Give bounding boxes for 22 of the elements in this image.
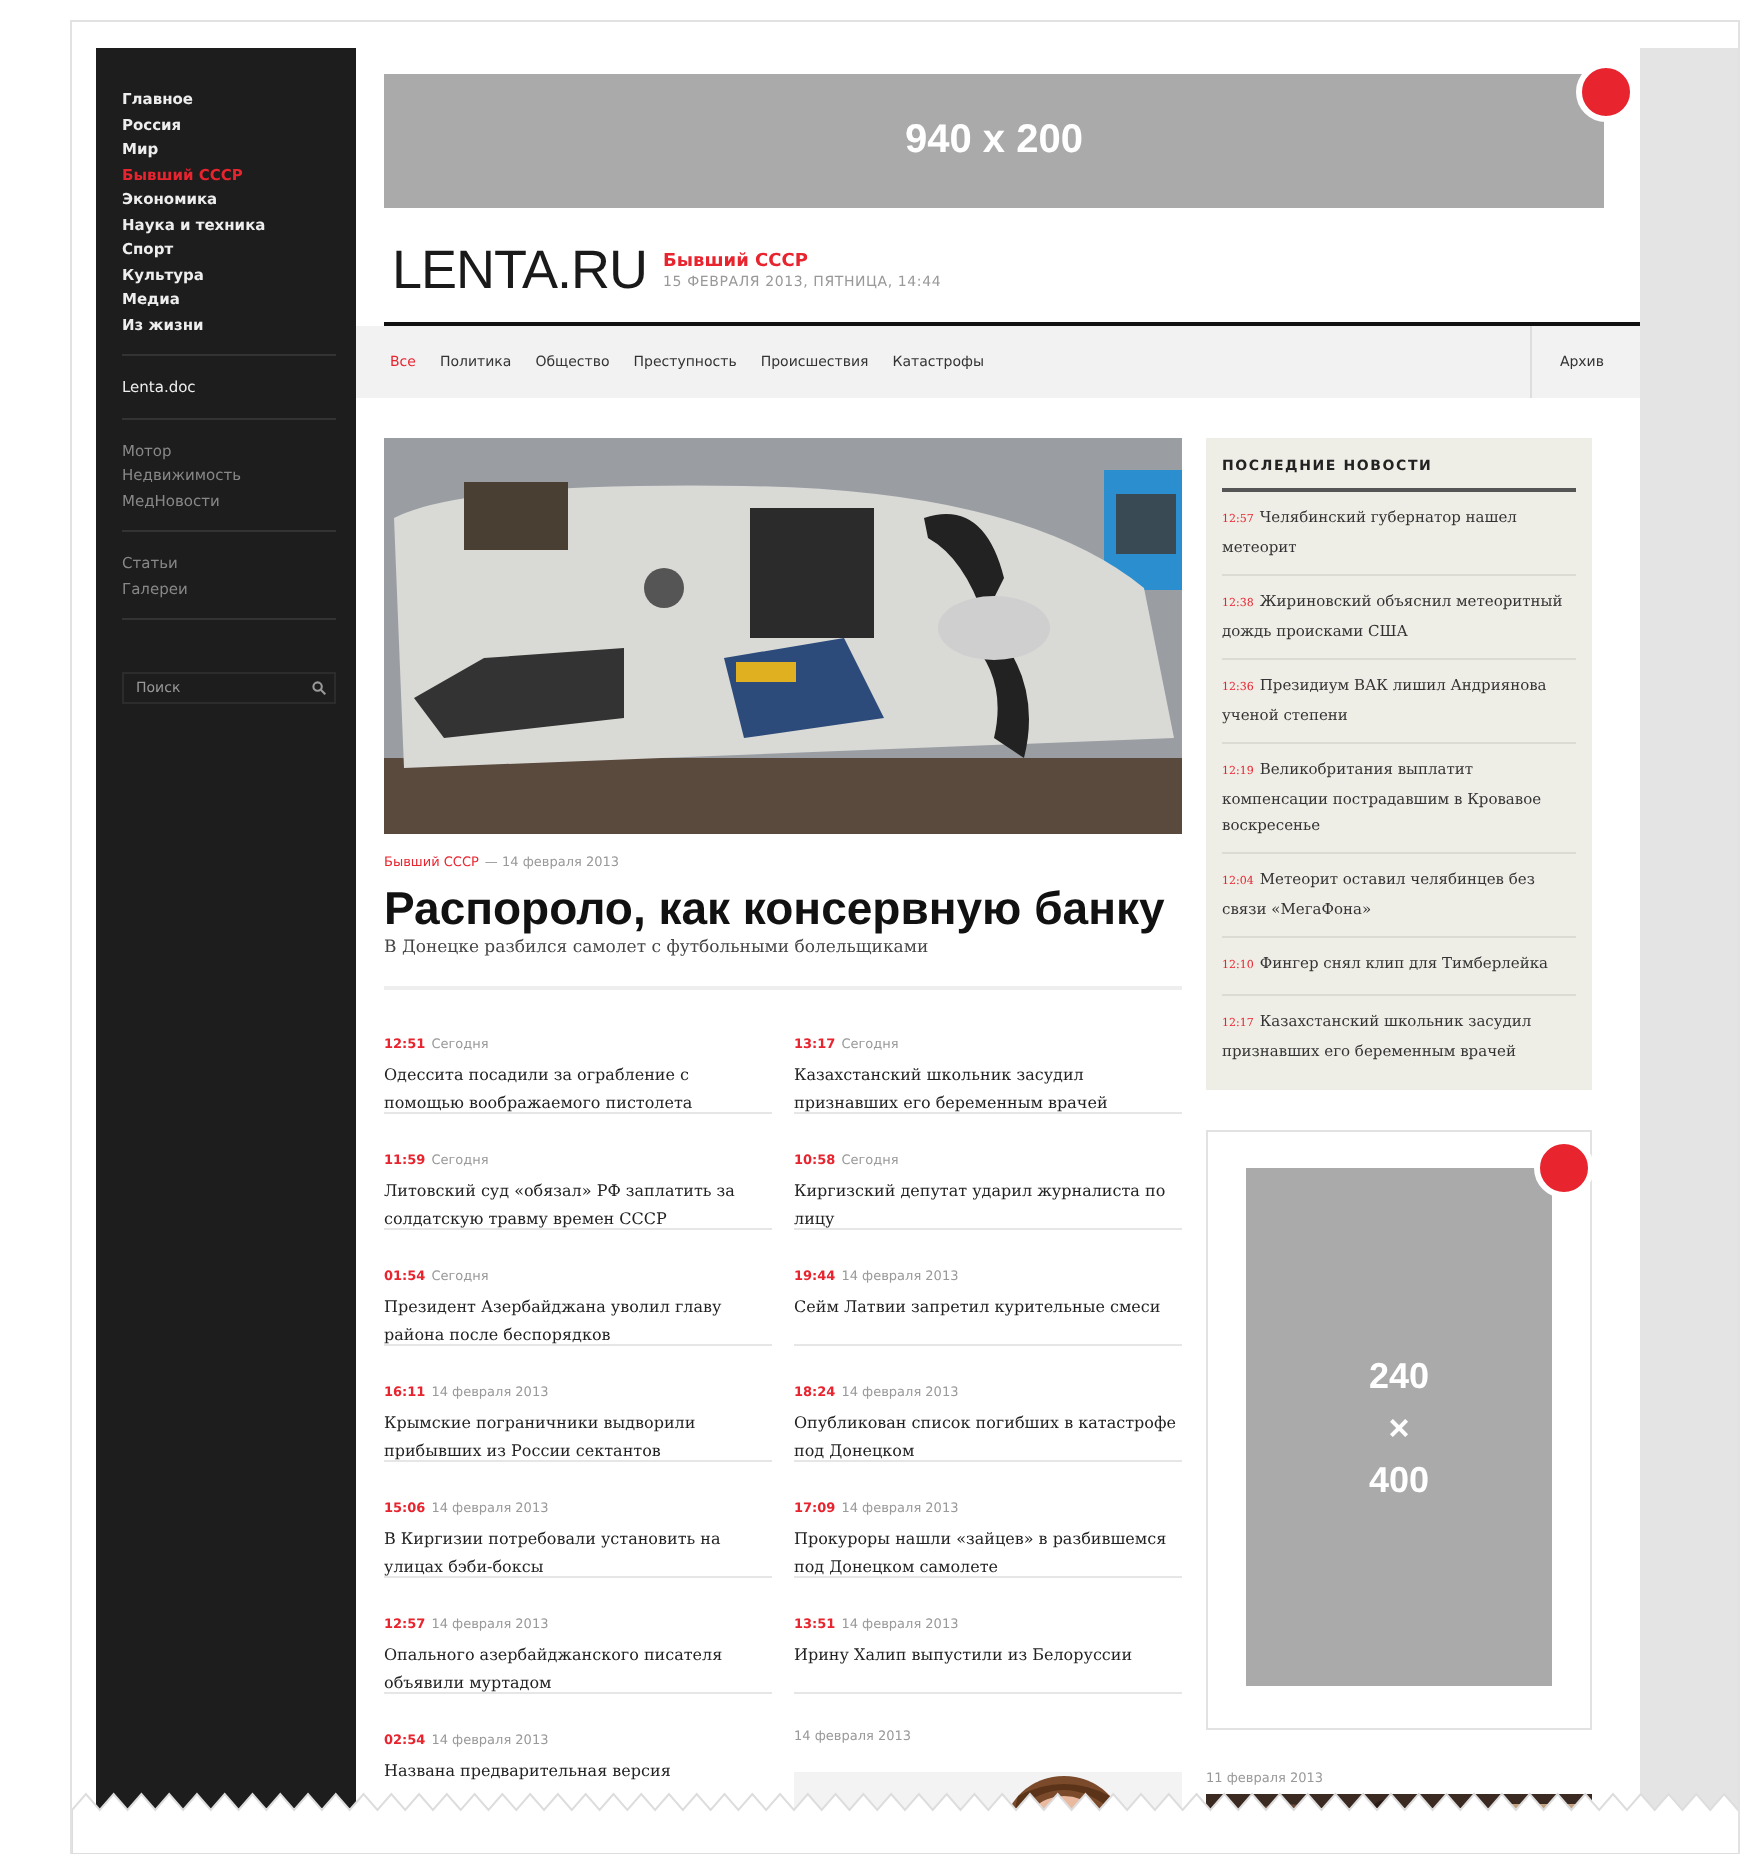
news-headline[interactable]: Президент Азербайджана уволил главу района после беспорядков — [384, 1294, 772, 1350]
site-logo[interactable]: LENTA.RU — [392, 239, 648, 301]
section-title: Бывший СССР — [663, 251, 810, 271]
ad-size-label: 400 — [1368, 1457, 1430, 1503]
news-headline[interactable]: Казахстанский школьник засудил признавших его беременным врачей — [794, 1062, 1182, 1118]
news-headline[interactable]: Крымские пограничники выдворили прибывших из России сектантов — [384, 1410, 772, 1466]
lead-headline[interactable]: Распороло, как консервную банку — [384, 878, 1165, 938]
news-headline[interactable]: Опубликован список погибших в катастрофе под Донецком — [794, 1410, 1182, 1466]
ad-size-label: 940 x 200 — [905, 117, 1083, 164]
search-icon — [312, 681, 326, 695]
ad-size-label: 240 — [1368, 1353, 1430, 1399]
news-headline[interactable]: Названа предварительная версия — [384, 1758, 772, 1786]
lead-subtitle: В Донецке разбился самолет с футбольными болельщиками — [384, 938, 1182, 990]
news-headline[interactable]: Ирину Халип выпустили из Белоруссии — [794, 1642, 1182, 1670]
news-headline[interactable]: В Киргизии потребовали установить на улицах бэби-боксы — [384, 1526, 772, 1582]
news-headline[interactable]: Одессита посадили за ограбление с помощью воображаемого пистолета — [384, 1062, 772, 1118]
ad-size-label: × — [1388, 1405, 1410, 1451]
news-headline[interactable]: Киргизский депутат ударил журналиста по лицу — [794, 1178, 1182, 1234]
news-headline[interactable]: Литовский суд «обязал» РФ заплатить за солдатскую травму времен СССР — [384, 1178, 772, 1234]
news-headline[interactable]: Опального азербайджанского писателя объявили муртадом — [384, 1642, 772, 1698]
news-headline[interactable]: Сейм Латвии запретил курительные смеси — [794, 1294, 1182, 1322]
news-headline[interactable]: Прокуроры нашли «зайцев» в разбившемся под Донецком самолете — [794, 1526, 1182, 1582]
